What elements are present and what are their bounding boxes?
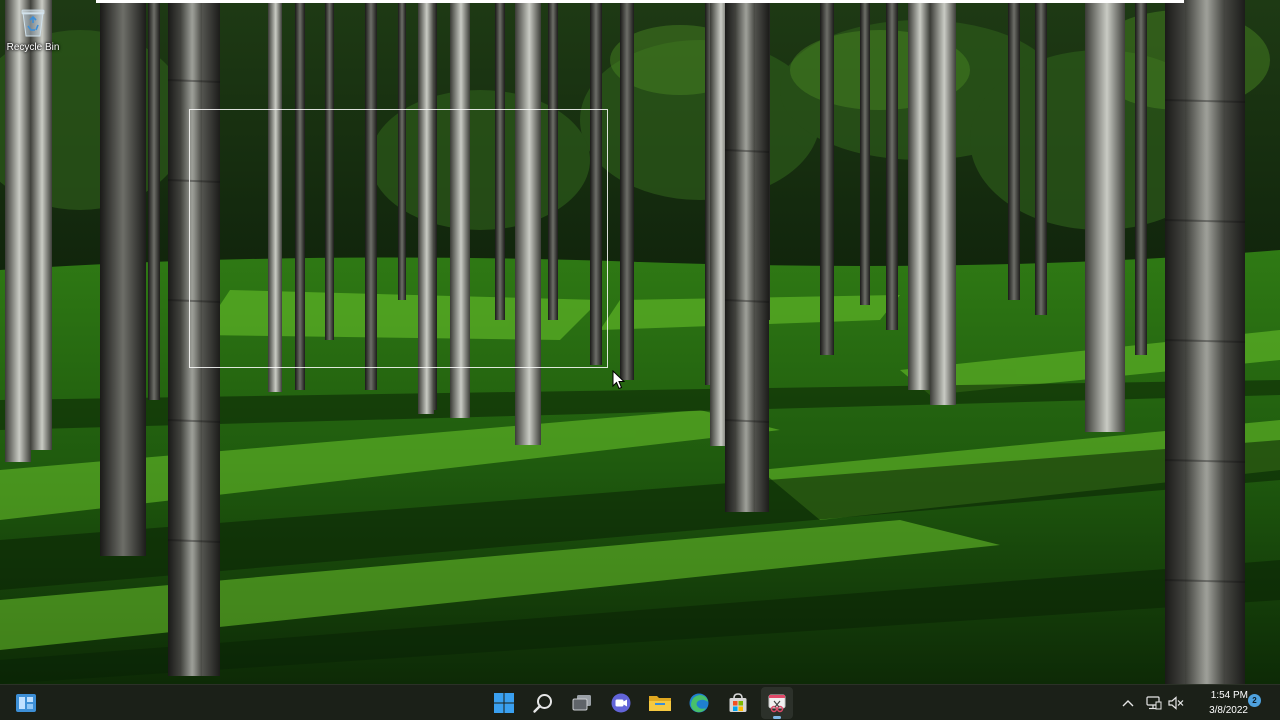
folder-icon [649, 696, 671, 711]
microsoft-store-button[interactable] [722, 687, 754, 719]
windows-logo-icon [494, 693, 514, 713]
taskbar: 1:54 PM 3/8/2022 [0, 684, 1280, 720]
task-view-icon [572, 695, 591, 711]
show-hidden-icons-button[interactable] [1116, 687, 1140, 719]
clock-date: 3/8/2022 [1209, 705, 1248, 716]
top-edge-bar [96, 0, 1184, 3]
network-icon [1146, 696, 1162, 710]
edge-icon [689, 693, 709, 713]
task-view-button[interactable] [566, 687, 598, 719]
mouse-pointer-icon [612, 370, 626, 390]
chat-button[interactable] [605, 687, 637, 719]
store-icon [729, 693, 747, 712]
recycle-bin-label: Recycle Bin [6, 42, 60, 53]
clock-time: 1:54 PM [1210, 690, 1248, 701]
network-button[interactable] [1142, 687, 1166, 719]
chat-icon [611, 693, 631, 713]
snipping-tool-button[interactable] [761, 687, 793, 719]
desktop-icon-recycle-bin[interactable]: Recycle Bin [4, 6, 62, 53]
start-button[interactable] [488, 687, 520, 719]
volume-button[interactable] [1164, 687, 1188, 719]
recycle-bin-icon [21, 9, 45, 37]
widgets-icon [16, 694, 36, 712]
notification-count-badge[interactable]: 2 [1248, 694, 1261, 707]
desktop[interactable]: Recycle Bin [0, 0, 1280, 684]
clock[interactable]: 1:54 PM 3/8/2022 [1194, 688, 1248, 718]
search-icon [533, 694, 552, 713]
search-button[interactable] [527, 687, 559, 719]
volume-muted-icon [1168, 696, 1184, 710]
file-explorer-button[interactable] [644, 687, 676, 719]
snipping-tool-icon [768, 694, 786, 713]
chevron-up-icon [1122, 700, 1134, 707]
edge-browser-button[interactable] [683, 687, 715, 719]
selection-rectangle [189, 109, 608, 368]
widgets-button[interactable] [10, 687, 42, 719]
